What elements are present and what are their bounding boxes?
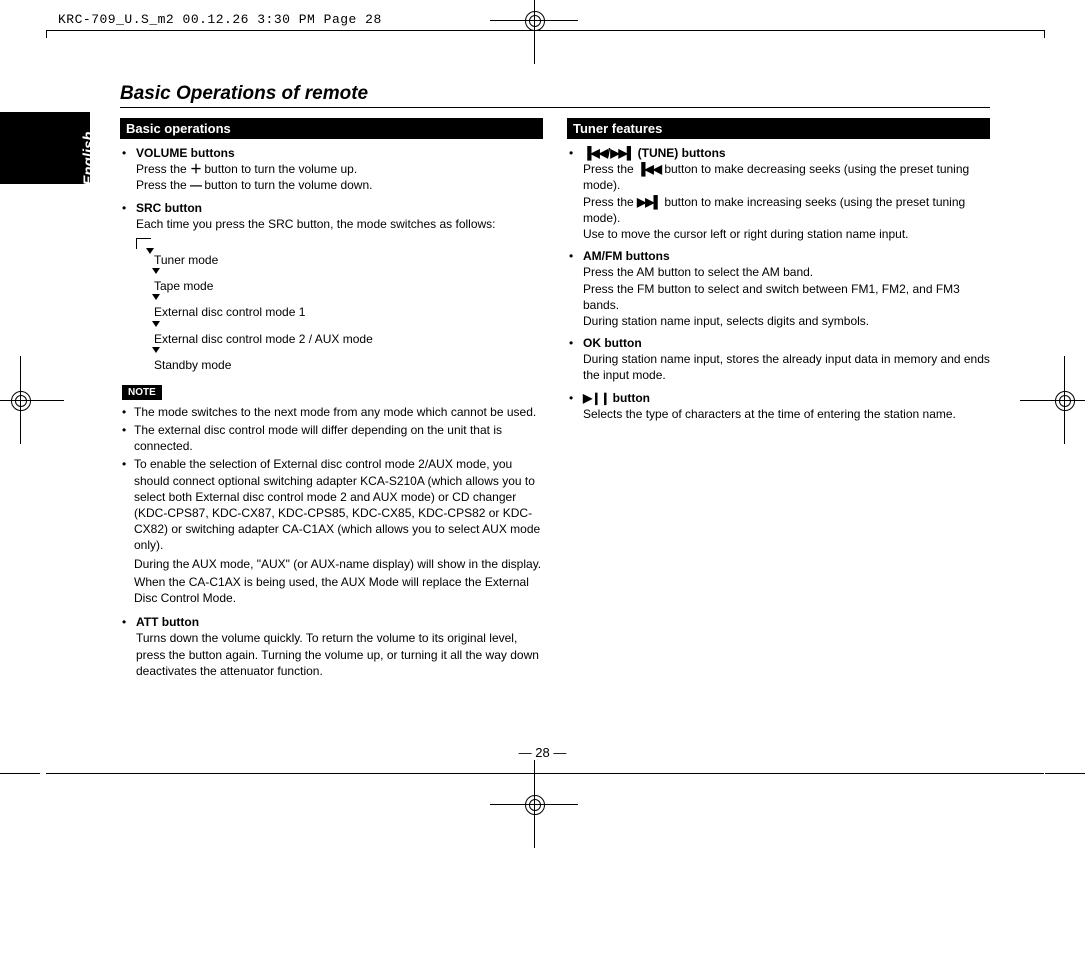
section-heading: Basic operations [120, 118, 543, 139]
item-line: Press the FM button to select and switch… [583, 281, 990, 313]
registration-mark-icon [1050, 386, 1078, 414]
content-area: Basic Operations of remote Basic operati… [120, 83, 990, 685]
page-number: — 28 — [0, 745, 1085, 760]
rewind-icon: ▐◀◀ [637, 162, 661, 176]
registration-mark-icon [520, 790, 548, 818]
item-title: ▐◀◀/▶▶▌ (TUNE) buttons [583, 145, 990, 161]
item-line: Press the ▐◀◀ button to make decreasing … [583, 161, 990, 193]
registration-mark-icon [520, 6, 548, 34]
language-tab [0, 112, 90, 184]
item-title: OK button [583, 335, 990, 351]
list-item: OK button During station name input, sto… [567, 335, 990, 384]
note-item: The mode switches to the next mode from … [120, 404, 543, 420]
forward-icon: ▶▶▌ [610, 146, 634, 160]
list-item: SRC button Each time you press the SRC b… [120, 200, 543, 232]
flow-step: Standby mode [136, 357, 543, 373]
registration-mark-icon [6, 386, 34, 414]
item-title: VOLUME buttons [136, 145, 543, 161]
item-line: During station name input, selects digit… [583, 313, 990, 329]
list-item: ▐◀◀/▶▶▌ (TUNE) buttons Press the ▐◀◀ but… [567, 145, 990, 242]
flow-step: External disc control mode 2 / AUX mode [136, 331, 543, 347]
rewind-icon: ▐◀◀ [583, 146, 607, 160]
minus-icon: — [190, 178, 201, 192]
list-item: AM/FM buttons Press the AM button to sel… [567, 248, 990, 329]
item-title: ▶❙❙ button [583, 390, 990, 406]
flow-step: Tape mode [136, 278, 543, 294]
language-label: English [81, 131, 98, 185]
item-title: ATT button [136, 614, 543, 630]
page: KRC-709_U.S_m2 00.12.26 3:30 PM Page 28 … [0, 0, 1085, 954]
plus-icon: ＋ [190, 162, 201, 176]
note-item: The external disc control mode will diff… [120, 422, 543, 454]
list-item: VOLUME buttons Press the ＋ button to tur… [120, 145, 543, 194]
section-heading: Tuner features [567, 118, 990, 139]
crop-tick [0, 773, 40, 774]
crop-tick [1044, 30, 1045, 38]
forward-icon: ▶▶▌ [637, 195, 661, 209]
note-label: NOTE [122, 385, 162, 400]
item-line: Turns down the volume quickly. To return… [136, 630, 543, 679]
item-line: Each time you press the SRC button, the … [136, 216, 543, 232]
crop-tick [1045, 773, 1085, 774]
crop-line [46, 773, 1044, 774]
list-item: ATT button Turns down the volume quickly… [120, 614, 543, 679]
print-header: KRC-709_U.S_m2 00.12.26 3:30 PM Page 28 [58, 12, 382, 27]
list-item: ▶❙❙ button Selects the type of character… [567, 390, 990, 422]
item-line: During station name input, stores the al… [583, 351, 990, 383]
note-item: To enable the selection of External disc… [120, 456, 543, 606]
play-pause-icon: ▶❙❙ [583, 391, 609, 405]
page-title: Basic Operations of remote [120, 83, 990, 108]
left-column: Basic operations VOLUME buttons Press th… [120, 118, 543, 685]
crop-tick [46, 30, 47, 38]
flow-step: Tuner mode [136, 252, 543, 268]
right-column: Tuner features ▐◀◀/▶▶▌ (TUNE) buttons Pr… [567, 118, 990, 685]
item-line: Use to move the cursor left or right dur… [583, 226, 990, 242]
item-line: Press the — button to turn the volume do… [136, 177, 543, 193]
flow-step: External disc control mode 1 [136, 304, 543, 320]
item-line: Press the ▶▶▌ button to make increasing … [583, 194, 990, 226]
item-line: Press the ＋ button to turn the volume up… [136, 161, 543, 177]
item-title: SRC button [136, 200, 543, 216]
note-list: The mode switches to the next mode from … [120, 404, 543, 606]
item-line: Selects the type of characters at the ti… [583, 406, 990, 422]
mode-flow: Tuner mode Tape mode External disc contr… [136, 238, 543, 373]
item-title: AM/FM buttons [583, 248, 990, 264]
item-line: Press the AM button to select the AM ban… [583, 264, 990, 280]
